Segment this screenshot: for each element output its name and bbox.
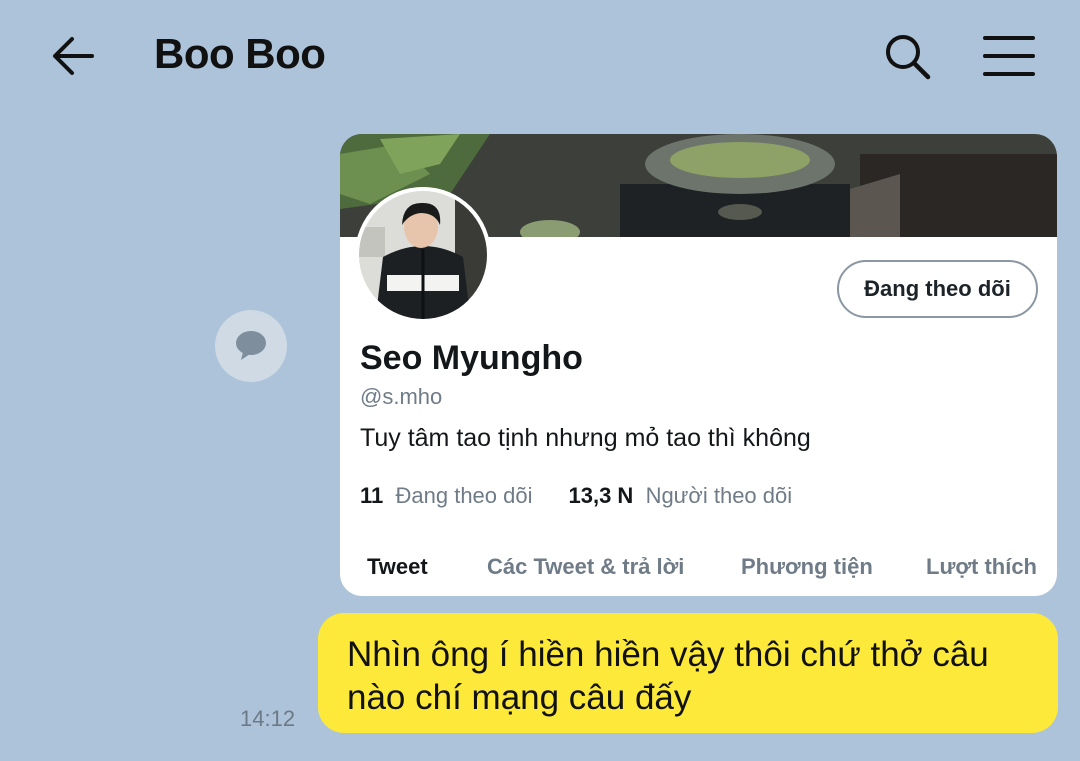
tab-tweets-replies[interactable]: Các Tweet & trả lời xyxy=(487,554,684,580)
profile-stats: 11 Đang theo dõi 13,3 N Người theo dõi xyxy=(360,483,792,509)
following-count: 11 xyxy=(360,483,384,508)
profile-bio: Tuy tâm tao tịnh nhưng mỏ tao thì không xyxy=(360,424,811,452)
followers-label: Người theo dõi xyxy=(645,483,793,508)
avatar-image xyxy=(355,187,491,323)
profile-name: Seo Myungho xyxy=(360,339,583,377)
search-button[interactable] xyxy=(880,30,934,84)
profile-handle: @s.mho xyxy=(360,384,443,409)
tab-likes[interactable]: Lượt thích xyxy=(926,554,1037,580)
search-icon xyxy=(886,35,931,80)
share-button[interactable] xyxy=(215,310,287,382)
following-button[interactable]: Đang theo dõi xyxy=(837,260,1038,318)
following-label: Đang theo dõi xyxy=(395,483,533,508)
following-stat[interactable]: 11 Đang theo dõi xyxy=(360,483,533,508)
back-button[interactable] xyxy=(48,30,100,82)
profile-avatar[interactable] xyxy=(355,187,491,323)
message-bubble[interactable]: Nhìn ông í hiền hiền vậy thôi chứ thở câ… xyxy=(318,613,1058,733)
tab-tweet[interactable]: Tweet xyxy=(367,554,428,580)
back-arrow-icon xyxy=(53,37,94,75)
top-bar: Boo Boo xyxy=(0,0,1080,112)
followers-stat[interactable]: 13,3 N Người theo dõi xyxy=(569,483,793,508)
message-time: 14:12 xyxy=(240,706,296,731)
profile-card[interactable]: Đang theo dõi Seo Myungho @s.mho Tuy tâm… xyxy=(340,134,1057,596)
menu-icon xyxy=(983,36,1035,76)
chat-title: Boo Boo xyxy=(154,30,326,77)
profile-tabs: Tweet Các Tweet & trả lời Phương tiện Lư… xyxy=(340,554,1057,594)
tab-media[interactable]: Phương tiện xyxy=(741,554,873,580)
menu-button[interactable] xyxy=(982,32,1036,80)
chat-bubble-icon xyxy=(236,331,266,360)
followers-count: 13,3 N xyxy=(568,483,634,508)
